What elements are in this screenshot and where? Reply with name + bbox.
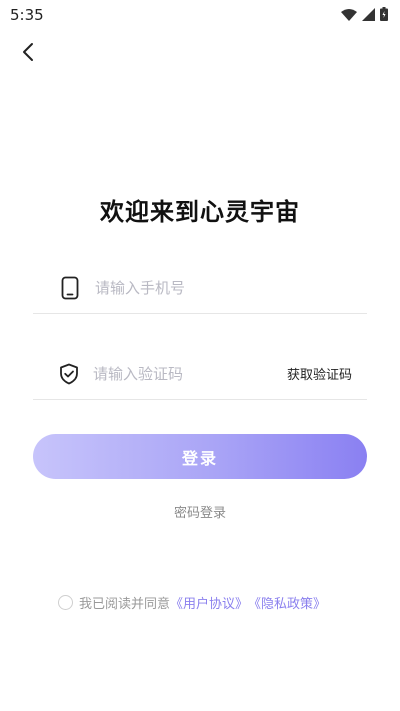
password-login-link[interactable]: 密码登录: [0, 502, 400, 521]
user-agreement-link[interactable]: 《用户协议》: [170, 593, 248, 612]
page-title: 欢迎来到心灵宇宙: [100, 198, 300, 226]
battery-icon: [380, 6, 388, 25]
agreement-row: 我已阅读并同意 《用户协议》 《隐私政策》: [58, 592, 326, 612]
verification-code-input[interactable]: [93, 364, 287, 383]
verification-code-field: 获取验证码: [33, 348, 367, 400]
agreement-checkbox[interactable]: [58, 594, 73, 610]
phone-input[interactable]: [95, 278, 367, 297]
back-button[interactable]: [14, 40, 42, 68]
status-icons: [341, 6, 388, 25]
wifi-icon: [341, 6, 357, 25]
status-bar: 5:35: [0, 0, 400, 30]
cellular-signal-icon: [362, 6, 375, 25]
login-screen: 5:35 欢迎来到心灵宇宙 请输入手机号 请输入验证码 获取验证码 登录 密码登…: [0, 0, 400, 711]
get-code-button[interactable]: 获取验证码: [287, 364, 352, 383]
chevron-left-icon: [22, 42, 34, 66]
status-time: 5:35: [10, 6, 44, 24]
privacy-policy-link[interactable]: 《隐私政策》: [248, 593, 326, 612]
shield-check-icon: [59, 361, 79, 387]
phone-icon: [59, 275, 81, 301]
login-button[interactable]: 登录: [33, 434, 367, 479]
phone-field: [33, 262, 367, 314]
agreement-prefix: 我已阅读并同意: [79, 596, 171, 612]
